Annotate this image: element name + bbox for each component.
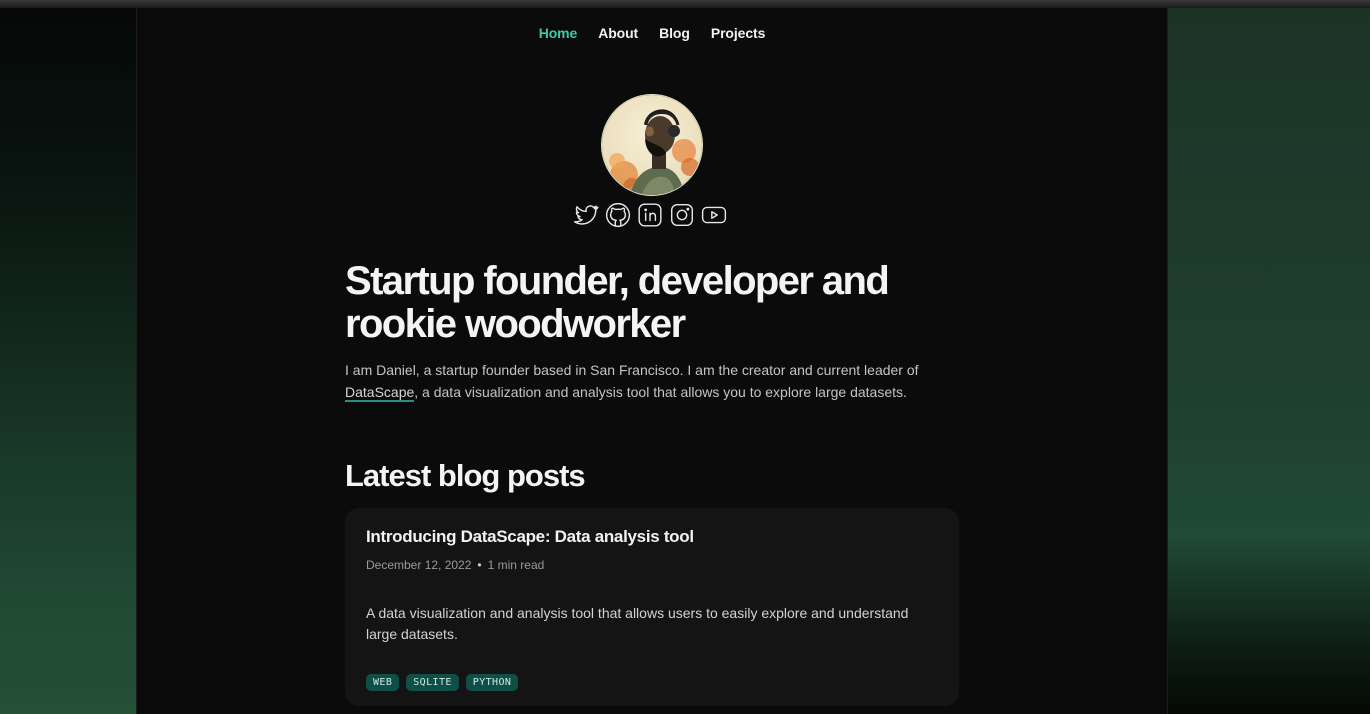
latest-posts-heading: Latest blog posts: [345, 458, 586, 493]
intro-paragraph: I am Daniel, a startup founder based in …: [345, 359, 960, 403]
main-content: Home About Blog Projects Startup founder…: [136, 8, 1168, 714]
post-meta: December 12, 2022 • 1 min read: [366, 558, 544, 572]
tag-python[interactable]: PYTHON: [465, 674, 519, 691]
top-navigation: Home About Blog Projects: [137, 25, 1167, 41]
github-icon[interactable]: [605, 202, 631, 228]
meta-separator: •: [477, 558, 482, 572]
post-title[interactable]: Introducing DataScape: Data analysis too…: [366, 527, 694, 547]
instagram-icon[interactable]: [669, 202, 695, 228]
post-description: A data visualization and analysis tool t…: [366, 605, 909, 642]
tag-web[interactable]: WEB: [366, 674, 400, 691]
tag-sqlite[interactable]: SQLITE: [406, 674, 459, 691]
right-gradient-panel: [1166, 8, 1370, 714]
illustrated-portrait-avatar: [602, 95, 702, 195]
datascape-link[interactable]: DataScape: [345, 384, 415, 402]
left-gradient-panel: [0, 8, 136, 714]
avatar: [601, 94, 703, 196]
twitter-icon[interactable]: [573, 202, 599, 228]
linkedin-icon[interactable]: [637, 202, 663, 228]
intro-text-start: I am Daniel, a startup founder based in …: [345, 362, 919, 378]
blog-post-card[interactable]: Introducing DataScape: Data analysis too…: [345, 508, 959, 706]
intro-text-end: , a data visualization and analysis tool…: [414, 384, 907, 400]
youtube-icon[interactable]: [701, 202, 727, 228]
post-read-time: 1 min read: [487, 558, 545, 572]
nav-projects[interactable]: Projects: [711, 25, 766, 41]
nav-about[interactable]: About: [598, 25, 638, 41]
post-date: December 12, 2022: [366, 558, 472, 572]
page-title: Startup founder, developer and rookie wo…: [345, 259, 890, 346]
social-links: [573, 202, 727, 228]
nav-blog[interactable]: Blog: [659, 25, 690, 41]
post-tags: WEB SQLITE PYTHON: [366, 674, 519, 691]
nav-home[interactable]: Home: [539, 25, 578, 41]
